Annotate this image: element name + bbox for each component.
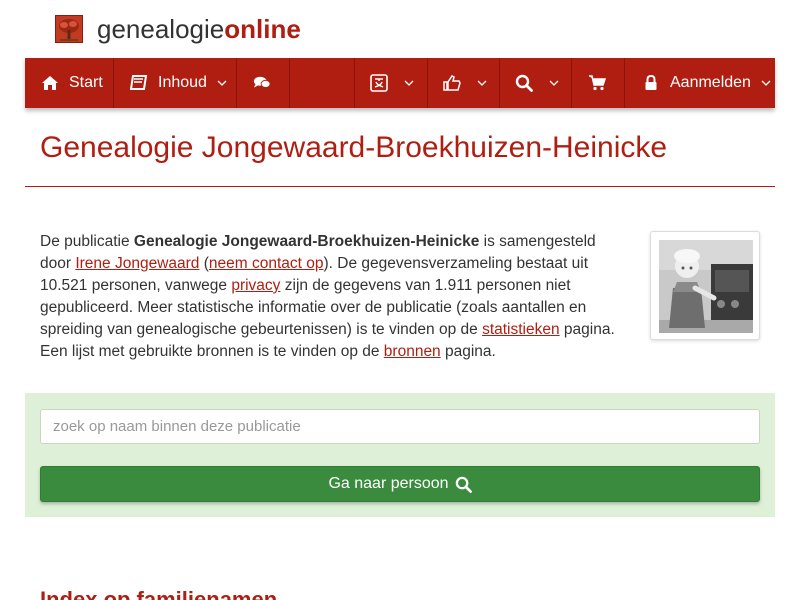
statistics-link[interactable]: statistieken <box>482 321 560 338</box>
author-link[interactable]: Irene Jongewaard <box>75 255 199 272</box>
chevron-down-icon <box>404 80 414 86</box>
nav-start[interactable]: Start <box>25 58 114 108</box>
book-icon <box>130 74 148 92</box>
brand-part-2: online <box>224 14 301 44</box>
thumbs-up-icon <box>443 74 461 92</box>
brand-name: genealogieonline <box>97 14 301 44</box>
nav-search[interactable] <box>500 58 572 108</box>
intro-text-7: pagina. <box>440 343 496 360</box>
sources-link[interactable]: bronnen <box>384 343 441 360</box>
comments-icon <box>253 74 271 92</box>
person-search-input[interactable] <box>40 409 760 444</box>
chevron-down-icon <box>761 80 771 86</box>
person-search-panel: Ga naar persoon <box>25 393 775 517</box>
home-icon <box>41 74 59 92</box>
nav-start-label: Start <box>69 74 103 91</box>
publication-intro: De publicatie Genealogie Jongewaard-Broe… <box>40 231 630 363</box>
search-icon <box>455 476 472 493</box>
contact-link[interactable]: neem contact op <box>209 255 324 272</box>
nav-forum[interactable] <box>237 58 290 108</box>
brand[interactable]: genealogieonline <box>55 14 301 44</box>
nav-language[interactable] <box>355 58 428 108</box>
shopping-cart-icon <box>588 74 606 92</box>
publication-name: Genealogie Jongewaard-Broekhuizen-Heinic… <box>133 233 480 250</box>
go-to-person-button[interactable]: Ga naar persoon <box>40 466 760 502</box>
nav-inhoud-label: Inhoud <box>158 74 207 91</box>
chevron-down-icon <box>549 80 559 86</box>
nav-spacer <box>290 58 355 108</box>
main-navbar: Start Inhoud Aanmelden <box>25 58 775 108</box>
page-title: Genealogie Jongewaard-Broekhuizen-Heinic… <box>40 131 668 164</box>
nav-login-label: Aanmelden <box>670 74 751 91</box>
nav-like[interactable] <box>428 58 500 108</box>
publication-photo[interactable] <box>650 231 760 340</box>
surname-index-heading: Index op familienamen <box>40 587 278 600</box>
chevron-down-icon <box>477 80 487 86</box>
nav-inhoud[interactable]: Inhoud <box>114 58 237 108</box>
chevron-down-icon <box>217 80 227 86</box>
lock-icon <box>642 74 660 92</box>
intro-text-3: ( <box>199 255 209 272</box>
nav-cart[interactable] <box>572 58 625 108</box>
intro-text-1: De publicatie <box>40 233 134 250</box>
tree-logo-icon <box>55 15 83 43</box>
search-icon <box>515 74 533 92</box>
nav-login[interactable]: Aanmelden <box>625 58 775 108</box>
go-to-person-label: Ga naar persoon <box>328 475 449 492</box>
translate-icon <box>370 74 388 92</box>
title-divider <box>25 186 775 187</box>
privacy-link[interactable]: privacy <box>231 277 280 294</box>
child-with-radio-photo <box>659 240 753 333</box>
brand-part-1: genealogie <box>97 14 225 44</box>
